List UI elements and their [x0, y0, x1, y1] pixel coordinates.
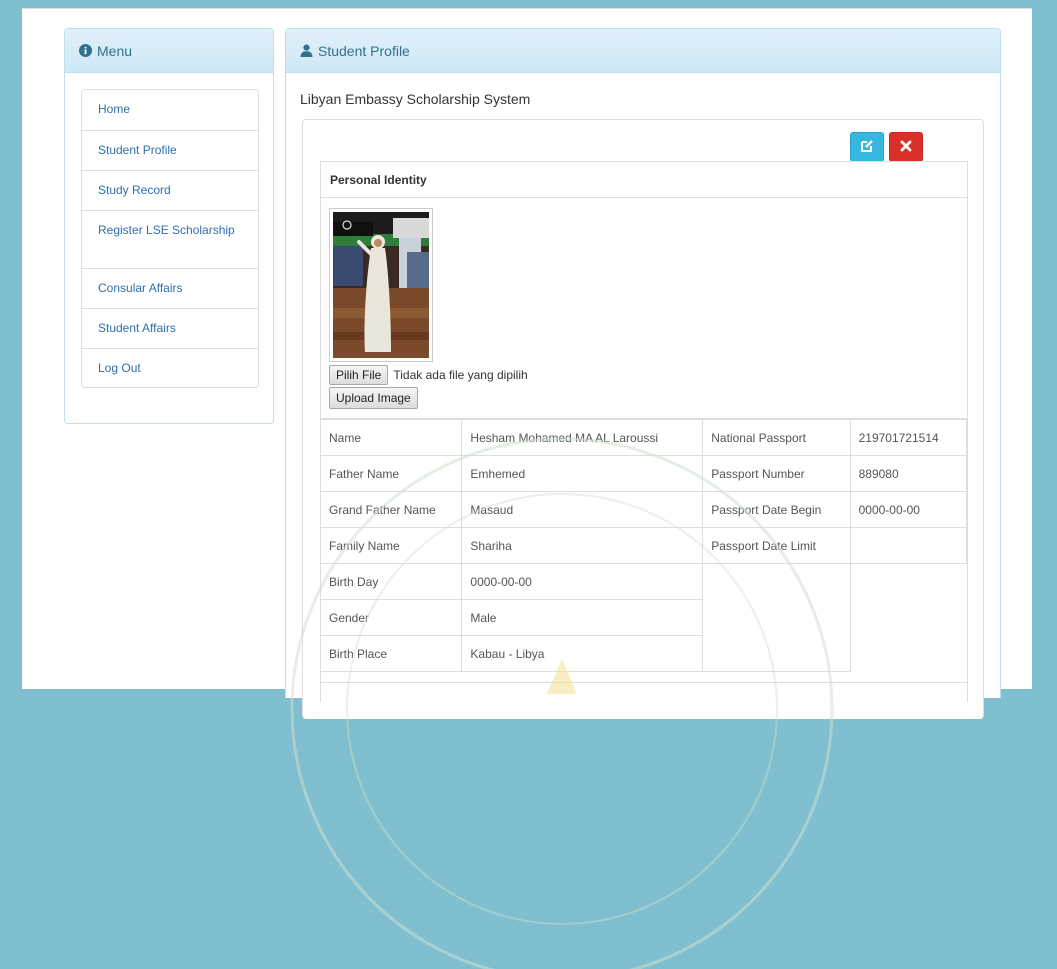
table-row: Name Hesham Mohamed MA AL Laroussi Natio… — [319, 419, 968, 456]
row-label: Passport Date Begin — [702, 491, 851, 528]
row-label: Father Name — [319, 455, 463, 492]
row-value: Masaud — [461, 491, 704, 528]
table-row: Father Name Emhemed Passport Number 8890… — [319, 455, 968, 492]
menu-item-student-affairs[interactable]: Student Affairs — [82, 308, 258, 348]
next-section-edge — [321, 682, 967, 702]
row-label: Name — [319, 419, 463, 456]
file-status: Tidak ada file yang dipilih — [393, 368, 528, 382]
row-value: 0000-00-00 — [461, 563, 704, 600]
row-value: Hesham Mohamed MA AL Laroussi — [461, 419, 704, 456]
row-label: Gender — [319, 599, 463, 636]
empty-cell — [702, 563, 851, 672]
empty-cell — [850, 564, 966, 672]
menu-panel: Menu Home Student Profile Study Record R… — [64, 28, 274, 424]
identity-info-table: Name Hesham Mohamed MA AL Laroussi Natio… — [319, 419, 968, 672]
row-value: Male — [461, 599, 704, 636]
page: Menu Home Student Profile Study Record R… — [22, 8, 1032, 969]
close-icon — [900, 140, 912, 155]
menu-item-consular-affairs[interactable]: Consular Affairs — [82, 268, 258, 308]
profile-title: Student Profile — [318, 42, 410, 59]
profile-card: Personal Identity Pilih File Tidak ada f… — [302, 119, 984, 719]
info-circle-icon — [79, 44, 92, 57]
table-row: Family Name Shariha Passport Date Limit — [319, 527, 968, 564]
menu-item-student-profile[interactable]: Student Profile — [82, 130, 258, 170]
menu-title: Menu — [97, 42, 133, 59]
row-value: Kabau - Libya — [461, 635, 704, 672]
row-value: 889080 — [849, 455, 968, 492]
personal-identity-table: Personal Identity Pilih File Tidak ada f… — [319, 161, 968, 702]
section-title: Personal Identity — [321, 162, 967, 198]
menu-item-home[interactable]: Home — [82, 90, 258, 130]
file-chooser: Pilih File Tidak ada file yang dipilih — [329, 365, 528, 385]
choose-file-button[interactable]: Pilih File — [329, 365, 389, 385]
menu-list: Home Student Profile Study Record Regist… — [81, 89, 259, 388]
row-label: Birth Place — [319, 635, 463, 672]
photo-area: Pilih File Tidak ada file yang dipilih U… — [321, 198, 967, 419]
row-value: Emhemed — [461, 455, 704, 492]
profile-heading: Student Profile — [286, 29, 1000, 73]
upload-image-button[interactable]: Upload Image — [329, 387, 418, 409]
table-row: Birth Day 0000-00-00 — [319, 563, 967, 672]
row-value: 219701721514 — [849, 419, 968, 456]
upload-row: Upload Image — [329, 387, 418, 409]
row-label: Family Name — [319, 527, 463, 564]
row-value: 0000-00-00 — [849, 491, 968, 528]
row-value — [849, 527, 968, 564]
row-label: Passport Date Limit — [702, 527, 851, 564]
student-photo — [329, 208, 433, 362]
row-label: Birth Day — [319, 563, 463, 600]
table-row: Grand Father Name Masaud Passport Date B… — [319, 491, 968, 528]
profile-panel: Student Profile Libyan Embassy Scholarsh… — [285, 28, 1001, 719]
menu-item-log-out[interactable]: Log Out — [82, 348, 258, 387]
row-label: Passport Number — [702, 455, 851, 492]
user-icon — [300, 44, 313, 57]
menu-item-register-lse-scholarship[interactable]: Register LSE Scholarship — [82, 210, 258, 268]
row-value: Shariha — [461, 527, 704, 564]
edit-icon — [860, 139, 874, 156]
row-label: Grand Father Name — [319, 491, 463, 528]
delete-button[interactable] — [889, 132, 923, 162]
edit-button[interactable] — [850, 132, 884, 162]
menu-heading: Menu — [65, 29, 273, 73]
system-name: Libyan Embassy Scholarship System — [300, 91, 531, 107]
menu-item-study-record[interactable]: Study Record — [82, 170, 258, 210]
row-label: National Passport — [702, 419, 851, 456]
